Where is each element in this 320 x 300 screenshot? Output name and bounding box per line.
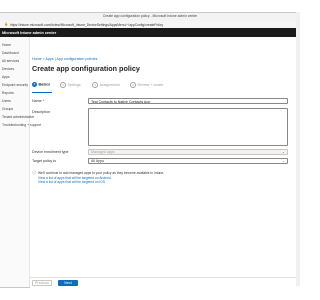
sidebar-item-apps[interactable]: Apps bbox=[2, 75, 10, 79]
sidebar: Home Dashboard All services Devices Apps… bbox=[0, 37, 41, 287]
sidebar-item-home[interactable]: Home bbox=[2, 43, 11, 47]
breadcrumb-home[interactable]: Home bbox=[32, 57, 42, 61]
browser-window: Create app configuration policy - Micros… bbox=[0, 12, 300, 288]
step-settings[interactable]: 2 Settings bbox=[60, 82, 81, 90]
target-policy-value: All Apps bbox=[91, 159, 104, 163]
step-number: 1 bbox=[32, 82, 37, 87]
step-basics[interactable]: 1 Basics bbox=[32, 82, 50, 90]
window-edge bbox=[296, 12, 300, 286]
brand-title[interactable]: Microsoft Intune admin center bbox=[2, 31, 56, 35]
step-label: Assignments bbox=[99, 82, 121, 87]
enrollment-type-select: Managed apps ⌄ bbox=[88, 149, 288, 155]
step-number: 3 bbox=[92, 82, 98, 88]
chevron-down-icon: ⌄ bbox=[281, 150, 285, 154]
breadcrumb-separator: > bbox=[42, 57, 45, 61]
name-field[interactable]: Teal Contacts to Native Contacts App bbox=[88, 98, 288, 104]
sidebar-item-groups[interactable]: Groups bbox=[2, 107, 13, 111]
breadcrumb: Home > Apps | App configuration policies bbox=[32, 57, 97, 61]
description-field[interactable] bbox=[88, 108, 288, 146]
breadcrumb-app-config[interactable]: Apps | App configuration policies bbox=[46, 57, 98, 61]
chevron-down-icon: ⌄ bbox=[281, 159, 285, 163]
info-text: We'll continue to add managed apps to yo… bbox=[38, 171, 165, 175]
step-number: 4 bbox=[130, 82, 136, 88]
wizard-footer: Previous Next bbox=[30, 277, 300, 288]
enrollment-type-value: Managed apps bbox=[91, 150, 115, 154]
main-content: Home > Apps | App configuration policies… bbox=[30, 37, 300, 287]
target-policy-select[interactable]: All Apps ⌄ bbox=[88, 158, 288, 164]
info-icon: ⓘ bbox=[32, 170, 36, 175]
next-button[interactable]: Next bbox=[58, 280, 78, 286]
description-label: Description bbox=[32, 110, 50, 114]
step-label: Review + create bbox=[137, 82, 164, 87]
target-policy-label: Target policy to bbox=[32, 159, 57, 163]
sidebar-item-users[interactable]: Users bbox=[2, 99, 11, 103]
step-label: Settings bbox=[67, 82, 81, 87]
sidebar-item-endpoint-security[interactable]: Endpoint security bbox=[2, 83, 28, 87]
sidebar-item-dashboard[interactable]: Dashboard bbox=[2, 51, 19, 55]
step-assignments[interactable]: 3 Assignments bbox=[92, 82, 120, 90]
title-bar: Create app configuration policy - Micros… bbox=[0, 13, 300, 21]
enrollment-type-label: Device enrollment type bbox=[32, 150, 69, 154]
wizard-steps: 1 Basics 2 Settings 3 Assignments 4 Review +… bbox=[32, 82, 252, 90]
sidebar-item-reports[interactable]: Reports bbox=[2, 91, 14, 95]
sidebar-item-all-services[interactable]: All services bbox=[2, 59, 19, 63]
top-nav: Microsoft Intune admin center bbox=[0, 28, 300, 37]
url-text[interactable]: https://intune.microsoft.com/#view/Micro… bbox=[10, 23, 296, 27]
lock-icon: 🔒 bbox=[4, 22, 9, 26]
previous-button[interactable]: Previous bbox=[32, 280, 52, 286]
sidebar-item-devices[interactable]: Devices bbox=[2, 67, 14, 71]
step-label: Basics bbox=[38, 82, 51, 87]
ios-apps-link[interactable]: View a list of apps that will be targete… bbox=[38, 180, 105, 184]
window-title: Create app configuration policy - Micros… bbox=[102, 14, 198, 18]
step-review-create[interactable]: 4 Review + create bbox=[130, 82, 163, 90]
more-options-button[interactable]: ... bbox=[136, 66, 140, 72]
step-number: 2 bbox=[60, 82, 66, 88]
android-apps-link[interactable]: View a list of apps that will be targete… bbox=[38, 176, 111, 180]
active-step-indicator bbox=[32, 92, 52, 93]
page-title: Create app configuration policy bbox=[32, 64, 140, 73]
name-label: Name * bbox=[32, 99, 44, 103]
